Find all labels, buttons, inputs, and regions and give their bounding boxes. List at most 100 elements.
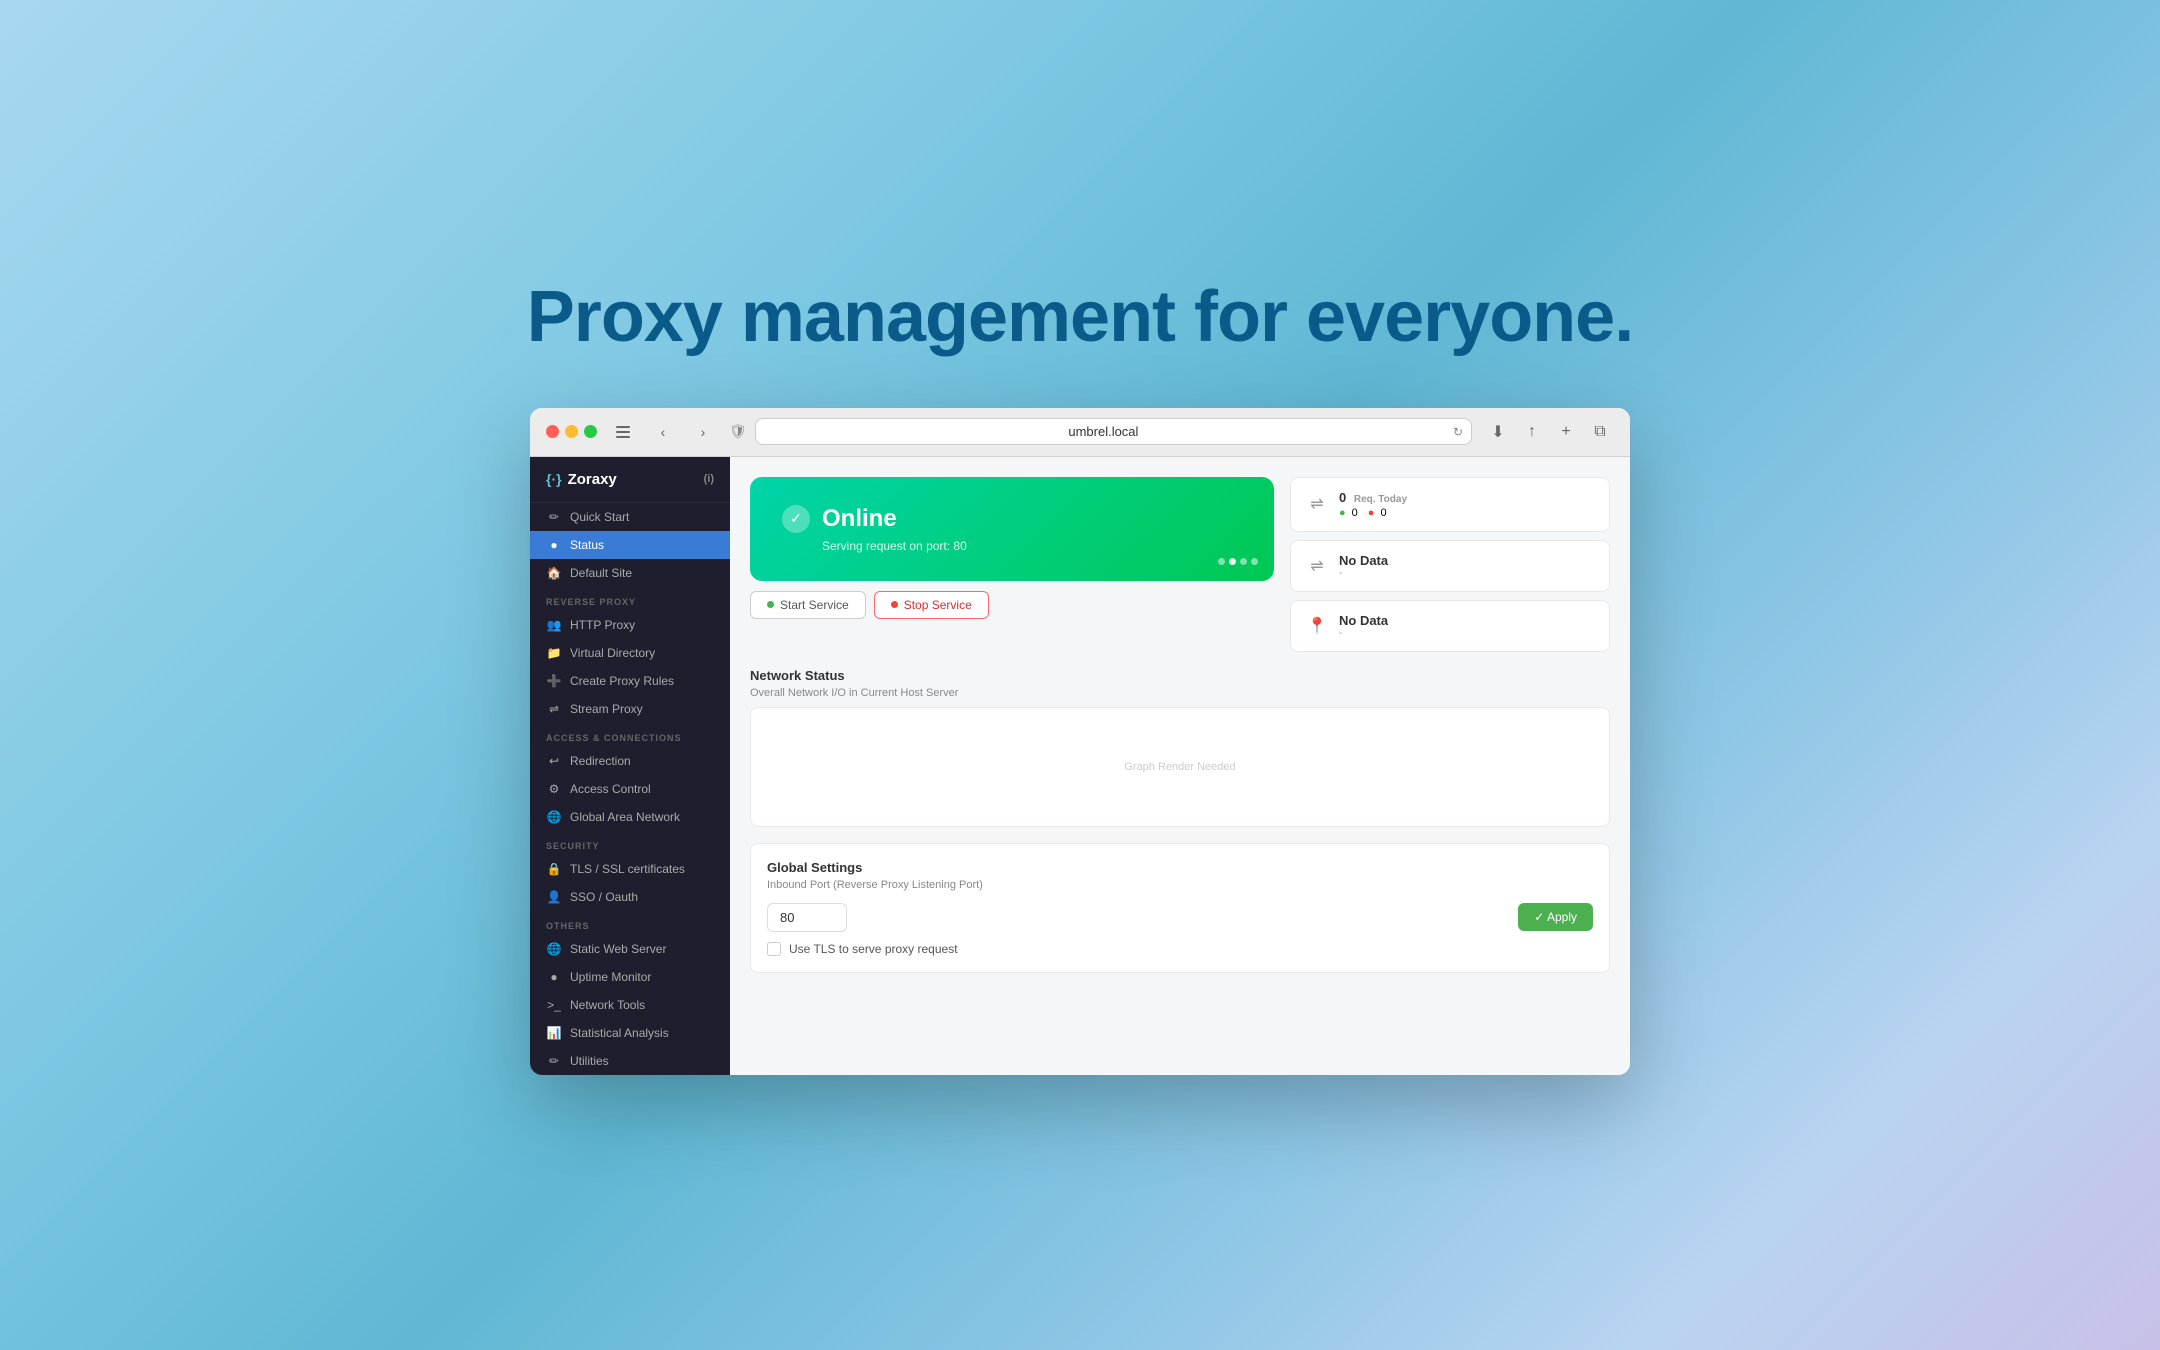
global-area-network-label: Global Area Network [570,810,680,824]
status-dot-2 [1229,558,1236,565]
quick-start-icon: ✏ [546,510,562,524]
tls-ssl-icon: 🔒 [546,862,562,876]
maximize-button[interactable] [584,425,597,438]
stat-no-data-2-content: No Data - [1339,613,1593,639]
err-indicator: ● [1368,507,1375,519]
stat-card-requests: ⇌ 0 Req. Today ● 0 ● 0 [1290,477,1610,532]
stop-service-label: Stop Service [904,598,972,612]
create-proxy-rules-icon: ➕ [546,674,562,688]
sidebar-item-network-tools[interactable]: >_ Network Tools [530,991,730,1019]
stat-card-no-data-2: 📍 No Data - [1290,600,1610,652]
tls-checkbox[interactable] [767,942,781,956]
static-web-server-label: Static Web Server [570,942,666,956]
default-site-icon: 🏠 [546,566,562,580]
access-control-icon: ⚙ [546,782,562,796]
access-control-label: Access Control [570,782,651,796]
status-label: Status [570,538,604,552]
global-settings-section: Global Settings Inbound Port (Reverse Pr… [750,843,1610,973]
default-site-label: Default Site [570,566,632,580]
uptime-monitor-label: Uptime Monitor [570,970,651,984]
sidebar-item-create-proxy-rules[interactable]: ➕ Create Proxy Rules [530,667,730,695]
sidebar-item-status[interactable]: ● Status [530,531,730,559]
quick-start-label: Quick Start [570,510,629,524]
apply-button[interactable]: ✓ Apply [1518,903,1593,931]
sidebar-item-stream-proxy[interactable]: ⇌ Stream Proxy [530,695,730,723]
sidebar-item-quick-start[interactable]: ✏ Quick Start [530,503,730,531]
reload-icon[interactable]: ↻ [1453,425,1463,439]
sidebar-item-statistical-analysis[interactable]: 📊 Statistical Analysis [530,1019,730,1047]
network-tools-label: Network Tools [570,998,645,1012]
address-bar-container: 🛡 umbrel.local ↻ [729,418,1472,445]
browser-toolbar: ‹ › 🛡 umbrel.local ↻ ⬇ ↑ + ⧉ [530,408,1630,457]
sidebar-item-default-site[interactable]: 🏠 Default Site [530,559,730,587]
back-button[interactable]: ‹ [649,418,677,446]
forward-button[interactable]: › [689,418,717,446]
sidebar-item-sso-oauth[interactable]: 👤 SSO / Oauth [530,883,730,911]
statistical-analysis-label: Statistical Analysis [570,1026,669,1040]
requests-icon: ⇌ [1307,494,1327,514]
sidebar-item-virtual-directory[interactable]: 📁 Virtual Directory [530,639,730,667]
status-dot-1 [1218,558,1225,565]
virtual-directory-label: Virtual Directory [570,646,655,660]
stream-proxy-icon: ⇌ [546,702,562,716]
err-count: 0 [1380,507,1386,519]
redirection-icon: ↩ [546,754,562,768]
redirection-label: Redirection [570,754,631,768]
sidebar-item-uptime-monitor[interactable]: ● Uptime Monitor [530,963,730,991]
sidebar-item-utilities[interactable]: ✏ Utilities [530,1047,730,1075]
ok-count: 0 [1352,507,1358,519]
main-content: ✓ Online Serving request on port: 80 [730,457,1630,1075]
stream-proxy-label: Stream Proxy [570,702,643,716]
url-text: umbrel.local [768,424,1439,439]
section-reverse-proxy: REVERSE PROXY [530,587,730,611]
sidebar-item-tls-ssl[interactable]: 🔒 TLS / SSL certificates [530,855,730,883]
no-data-1-value: No Data [1339,553,1593,568]
network-chart: Graph Render Needed [750,707,1610,827]
sidebar-item-http-proxy[interactable]: 👥 HTTP Proxy [530,611,730,639]
http-proxy-label: HTTP Proxy [570,618,635,632]
network-status-subtitle: Overall Network I/O in Current Host Serv… [750,687,1610,699]
status-dots [1218,558,1258,565]
port-input-row: ✓ Apply [767,903,1593,932]
http-proxy-icon: 👥 [546,618,562,632]
utilities-label: Utilities [570,1054,609,1068]
statistical-analysis-icon: 📊 [546,1026,562,1040]
sidebar-item-global-area-network[interactable]: 🌐 Global Area Network [530,803,730,831]
status-icon: ● [546,538,562,552]
sidebar-toggle-icon[interactable] [609,418,637,446]
logo-text: {·} Zoraxy [546,471,617,488]
hero-title: Proxy management for everyone. [527,276,1633,358]
no-data-1-label: - [1339,568,1593,579]
stat-no-data-1-content: No Data - [1339,553,1593,579]
start-service-button[interactable]: Start Service [750,591,866,619]
port-input[interactable] [767,903,847,932]
global-settings-title: Global Settings [767,860,1593,875]
status-section: ✓ Online Serving request on port: 80 [750,477,1274,652]
status-dot-4 [1251,558,1258,565]
new-tab-icon[interactable]: + [1552,418,1580,446]
start-dot [767,601,774,608]
tabs-icon[interactable]: ⧉ [1586,418,1614,446]
close-button[interactable] [546,425,559,438]
minimize-button[interactable] [565,425,578,438]
sidebar-item-redirection[interactable]: ↩ Redirection [530,747,730,775]
shield-icon: 🛡 [729,423,747,440]
stop-service-button[interactable]: Stop Service [874,591,989,619]
no-data-2-value: No Data [1339,613,1593,628]
sidebar-item-access-control[interactable]: ⚙ Access Control [530,775,730,803]
ok-indicator: ● [1339,507,1346,519]
sso-oauth-label: SSO / Oauth [570,890,638,904]
sidebar-item-static-web-server[interactable]: 🌐 Static Web Server [530,935,730,963]
sidebar-logo: {·} Zoraxy (i) [530,457,730,503]
network-status-title: Network Status [750,668,1610,683]
address-bar[interactable]: umbrel.local ↻ [755,418,1472,445]
network-tools-icon: >_ [546,998,562,1012]
download-icon[interactable]: ⬇ [1484,418,1512,446]
stop-dot [891,601,898,608]
status-dot-3 [1240,558,1247,565]
port-label: Inbound Port (Reverse Proxy Listening Po… [767,879,1593,891]
global-area-network-icon: 🌐 [546,810,562,824]
stat-card-no-data-1: ⇌ No Data - [1290,540,1610,592]
service-buttons: Start Service Stop Service [750,591,1274,619]
share-icon[interactable]: ↑ [1518,418,1546,446]
